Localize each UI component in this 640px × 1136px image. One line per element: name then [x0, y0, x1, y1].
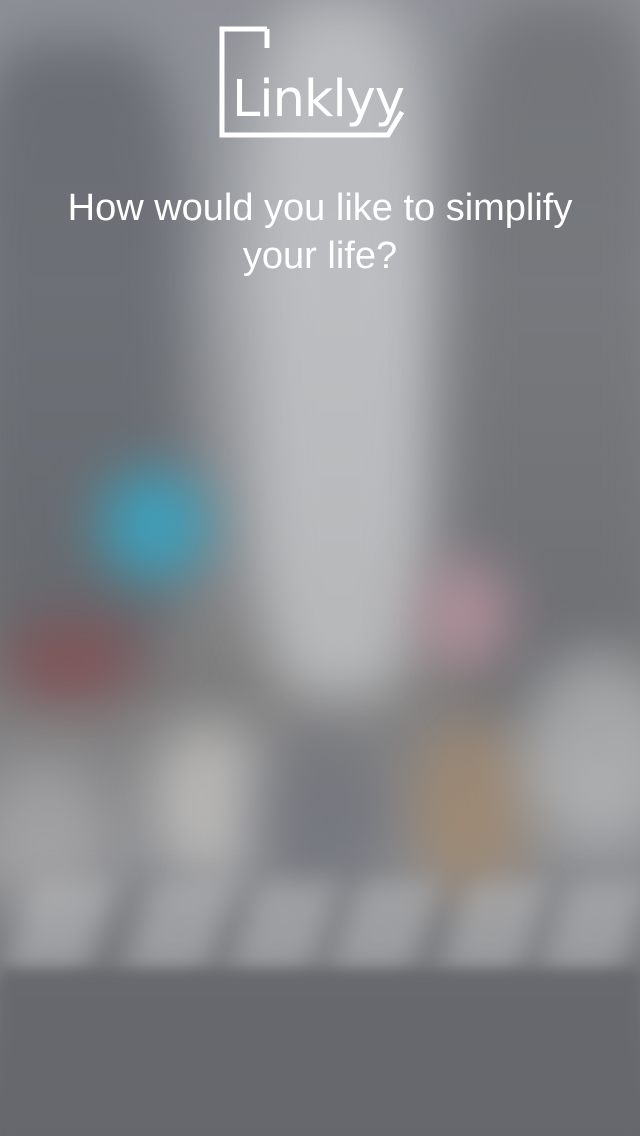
onboarding-question: How would you like to simplify your life…	[67, 187, 573, 277]
logo-wordmark: Linklyy	[232, 70, 405, 129]
linklyy-logo: Linklyy	[218, 26, 426, 138]
onboarding-screen: Linklyy How would you like to simplify y…	[0, 0, 640, 1136]
blurred-street-background	[0, 0, 640, 1136]
